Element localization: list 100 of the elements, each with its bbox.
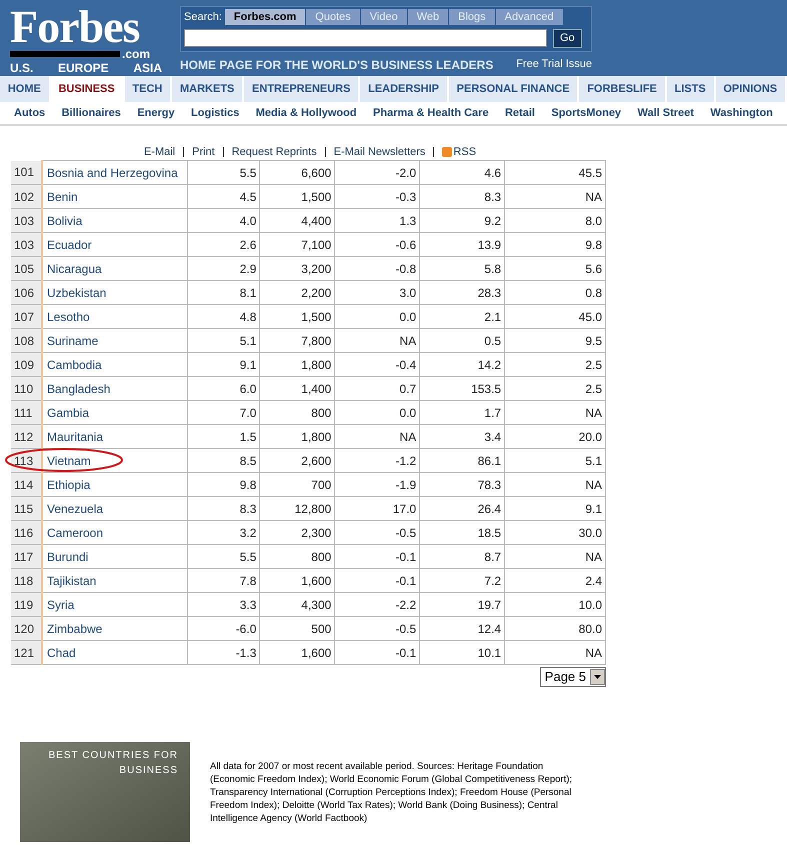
table-cell: 9.1 (504, 496, 606, 520)
subnav-link[interactable]: Energy (137, 104, 175, 122)
rank-cell: 118 (11, 568, 42, 592)
country-link[interactable]: Burundi (42, 544, 188, 568)
subnav-link[interactable]: Washington (710, 104, 773, 122)
country-link[interactable]: Suriname (42, 328, 188, 352)
country-link[interactable]: Cameroon (42, 520, 188, 544)
rank-cell: 109 (11, 352, 42, 376)
subnav-link[interactable]: Autos (14, 104, 46, 122)
country-link[interactable]: Ecuador (42, 232, 188, 256)
table-cell: NA (504, 400, 606, 424)
country-link[interactable]: Bosnia and Herzegovina (42, 160, 188, 184)
subnav-link[interactable]: Logistics (191, 104, 240, 122)
country-link[interactable]: Uzbekistan (42, 280, 188, 304)
nav-tab[interactable]: TECH (124, 76, 172, 102)
tool-link[interactable]: RSS (453, 144, 476, 160)
table-cell: 1,600 (260, 568, 335, 592)
tool-link[interactable]: E-Mail (144, 144, 176, 160)
table-cell: 5.1 (504, 448, 606, 472)
table-cell: 10.1 (420, 640, 505, 664)
nav-tab[interactable]: MARKETS (172, 76, 244, 102)
promo-banner[interactable]: BEST COUNTRIES FOR BUSINESS (20, 742, 190, 842)
country-link[interactable]: Vietnam (42, 448, 188, 472)
table-cell: 7,100 (260, 232, 335, 256)
rank-cell: 121 (11, 640, 42, 664)
table-cell: 8.3 (420, 184, 505, 208)
table-cell: NA (334, 328, 420, 352)
table-cell: 4.0 (188, 208, 260, 232)
table-cell: -1.3 (188, 640, 260, 664)
table-cell: 2.9 (188, 256, 260, 280)
table-cell: 1.5 (188, 424, 260, 448)
country-link[interactable]: Zimbabwe (42, 616, 188, 640)
table-cell: -0.1 (334, 544, 420, 568)
country-link[interactable]: Syria (42, 592, 188, 616)
table-cell: 3.0 (334, 280, 420, 304)
table-cell: 1,500 (260, 184, 335, 208)
table-cell: 1,800 (260, 424, 335, 448)
table-cell: 7.2 (420, 568, 505, 592)
tool-link[interactable]: Request Reprints (232, 144, 317, 160)
table-cell: -6.0 (188, 616, 260, 640)
rank-cell: 107 (11, 304, 42, 328)
table-cell: -0.8 (334, 256, 420, 280)
nav-tab[interactable]: LISTS (666, 76, 716, 102)
country-link[interactable]: Mauritania (42, 424, 188, 448)
country-link[interactable]: Tajikistan (42, 568, 188, 592)
subnav-link[interactable]: Retail (504, 104, 535, 122)
nav-tab[interactable]: PERSONAL FINANCE (448, 76, 580, 102)
table-cell: -0.1 (334, 568, 420, 592)
page-select[interactable]: Page 5 (540, 667, 606, 687)
country-link[interactable]: Lesotho (42, 304, 188, 328)
subnav-link[interactable]: Media & Hollywood (256, 104, 357, 122)
go-button[interactable]: Go (553, 28, 582, 48)
nav-tab[interactable]: HOME (0, 76, 51, 102)
table-cell: NA (334, 424, 420, 448)
search-tab[interactable]: Forbes.com (224, 9, 306, 26)
tool-link[interactable]: E-Mail Newsletters (334, 144, 426, 160)
table-cell: NA (504, 640, 606, 664)
table-cell: 7.0 (188, 400, 260, 424)
tagline: HOME PAGE FOR THE WORLD'S BUSINESS LEADERS (180, 56, 494, 74)
country-link[interactable]: Chad (42, 640, 188, 664)
country-link[interactable]: Benin (42, 184, 188, 208)
rank-cell: 106 (11, 280, 42, 304)
country-link[interactable]: Ethiopia (42, 472, 188, 496)
subnav-link[interactable]: Wall Street (637, 104, 694, 122)
table-cell: 8.3 (188, 496, 260, 520)
table-cell: 18.5 (420, 520, 505, 544)
nav-tab[interactable]: FORBESLIFE (579, 76, 667, 102)
edition-link[interactable]: ASIA (133, 61, 162, 75)
subnav-link[interactable]: SportsMoney (551, 104, 622, 122)
table-cell: -1.2 (334, 448, 420, 472)
rank-cell: 114 (11, 472, 42, 496)
table-cell: 3.3 (188, 592, 260, 616)
table-cell: 0.0 (334, 400, 420, 424)
table-cell: NA (504, 544, 606, 568)
free-trial-link[interactable]: Free Trial Issue (516, 56, 592, 73)
table-cell: 78.3 (420, 472, 505, 496)
nav-tab[interactable]: ENTREPRENEURS (244, 76, 360, 102)
table-cell: 26.4 (420, 496, 505, 520)
country-link[interactable]: Nicaragua (42, 256, 188, 280)
table-cell: 8.5 (188, 448, 260, 472)
country-link[interactable]: Bolivia (42, 208, 188, 232)
table-cell: NA (504, 472, 606, 496)
table-cell: 14.2 (420, 352, 505, 376)
rss-icon (442, 147, 452, 157)
country-link[interactable]: Bangladesh (42, 376, 188, 400)
tool-link[interactable]: Print (192, 144, 215, 160)
site-logo[interactable]: Forbes (10, 6, 140, 48)
country-link[interactable]: Gambia (42, 400, 188, 424)
edition-link[interactable]: U.S. (10, 61, 34, 75)
table-cell: -0.5 (334, 520, 420, 544)
country-link[interactable]: Venezuela (42, 496, 188, 520)
table-cell: 2.6 (188, 232, 260, 256)
country-link[interactable]: Cambodia (42, 352, 188, 376)
table-cell: 5.5 (188, 160, 260, 184)
subnav-link[interactable]: Billionaires (62, 104, 121, 122)
edition-link[interactable]: EUROPE (58, 61, 109, 75)
nav-tab[interactable]: OPINIONS (716, 76, 787, 102)
subnav-link[interactable]: Pharma & Health Care (373, 104, 489, 122)
nav-tab[interactable]: LEADERSHIP (360, 76, 449, 102)
search-field[interactable] (184, 29, 547, 47)
